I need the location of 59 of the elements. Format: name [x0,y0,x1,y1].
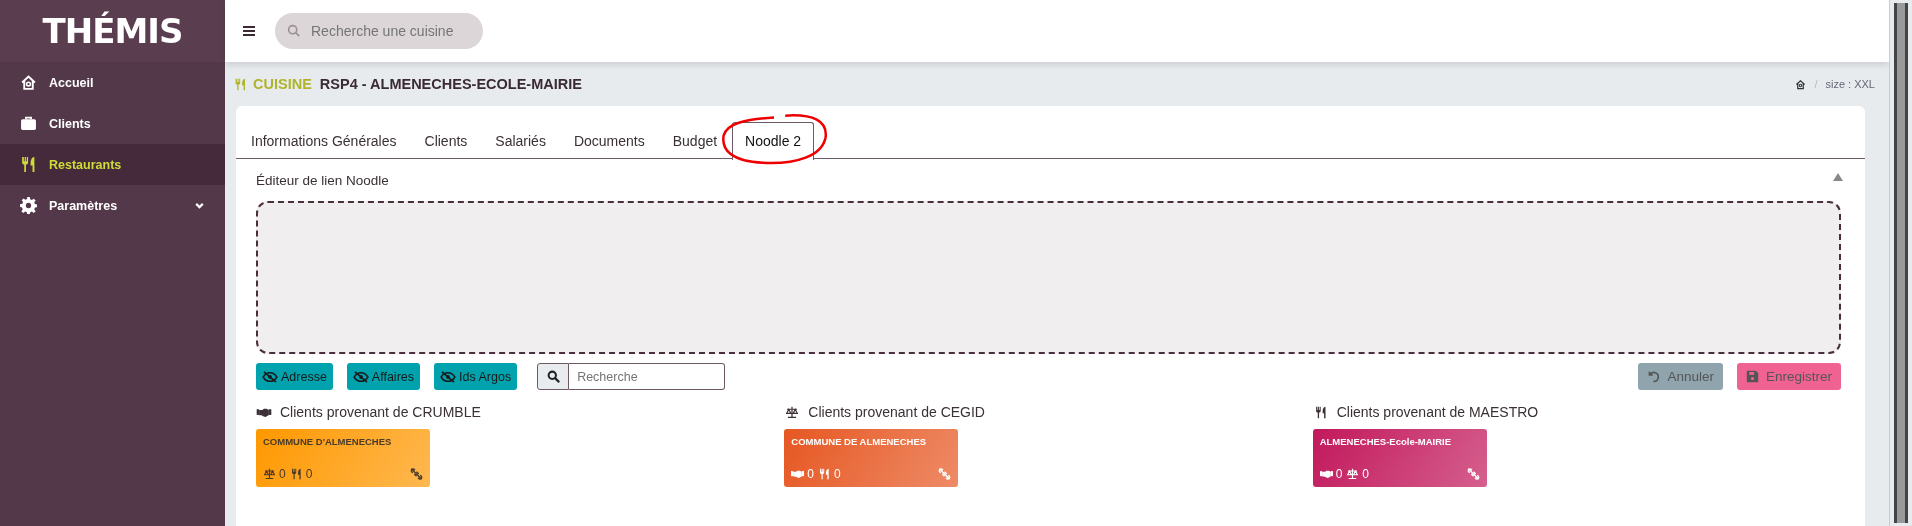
undo-icon [1647,370,1661,383]
eye-slash-icon [262,370,278,383]
sidebar-item[interactable]: Paramètres [0,185,225,226]
search-field[interactable]: Recherche une cuisine [275,13,483,49]
scrollbar-thumb[interactable] [1894,3,1908,523]
tab[interactable]: Salariés [482,122,559,158]
client-name: ALMENECHES-Ecole-MAIRIE [1319,436,1453,447]
floppy-icon [1745,370,1759,383]
client-card[interactable]: COMMUNE D'ALMENECHES 0 0 [256,429,430,487]
sidebar-item[interactable]: Restaurants [0,144,225,185]
cutlery-icon [20,156,37,173]
home-icon [1795,78,1807,90]
logo[interactable]: THÉMIS [0,0,225,62]
editor-title: Éditeur de lien Noodle [256,173,389,188]
scale-icon [263,468,276,480]
toggle-button[interactable]: Affaires [346,363,420,390]
search-icon [546,370,560,383]
toggle-button[interactable]: Ids Argos [434,363,518,390]
collapse-icon[interactable] [1833,173,1843,181]
breadcrumb-separator: / [1814,78,1818,90]
sidebar-item[interactable]: Clients [0,103,225,144]
gear-icon [20,197,37,214]
eye-slash-icon [352,370,369,383]
client-name: COMMUNE D'ALMENECHES [263,436,393,447]
count: 0 [279,467,286,481]
client-card[interactable]: ALMENECHES-Ecole-MAIRIE 0 0 [1312,429,1487,487]
menu-icon[interactable] [243,26,255,36]
filter-field[interactable]: Recherche [569,363,726,390]
source-heading: Clients provenant de MAESTRO [1336,404,1539,420]
cutlery-icon [234,76,247,92]
search-addon[interactable] [537,363,570,390]
count: 0 [807,467,814,481]
briefcase-icon [20,115,37,132]
source-heading: Clients provenant de CEGID [808,404,985,420]
tab[interactable]: Documents [560,122,658,158]
section-label: CUISINE [234,76,312,92]
search-icon [287,24,300,37]
count: 0 [834,467,841,481]
cutlery-icon [289,468,303,480]
tab[interactable]: Budget [659,122,731,158]
client-name: COMMUNE DE ALMENECHES [791,436,928,447]
scale-icon [1346,468,1360,480]
sidebar-item[interactable]: Accueil [0,62,225,103]
toggle-button[interactable]: Adresse [256,363,333,390]
tab[interactable]: Noodle 2 [732,121,815,160]
count: 0 [1335,467,1343,481]
cutlery-icon [818,468,831,480]
eye-slash-icon [440,370,456,383]
count: 0 [1362,467,1370,481]
tab[interactable]: Informations Générales [238,122,410,158]
handshake-icon [1319,468,1333,480]
page-title: RSP4 - ALMENECHES-ECOLE-MAIRIE [319,76,583,92]
breadcrumb-text: size : XXL [1825,78,1875,90]
handshake-icon [791,468,805,480]
scale-icon [784,405,801,419]
count: 0 [305,467,313,481]
source-heading: Clients provenant de CRUMBLE [280,404,481,420]
home-icon [20,74,37,91]
tab[interactable]: Clients [411,122,481,158]
